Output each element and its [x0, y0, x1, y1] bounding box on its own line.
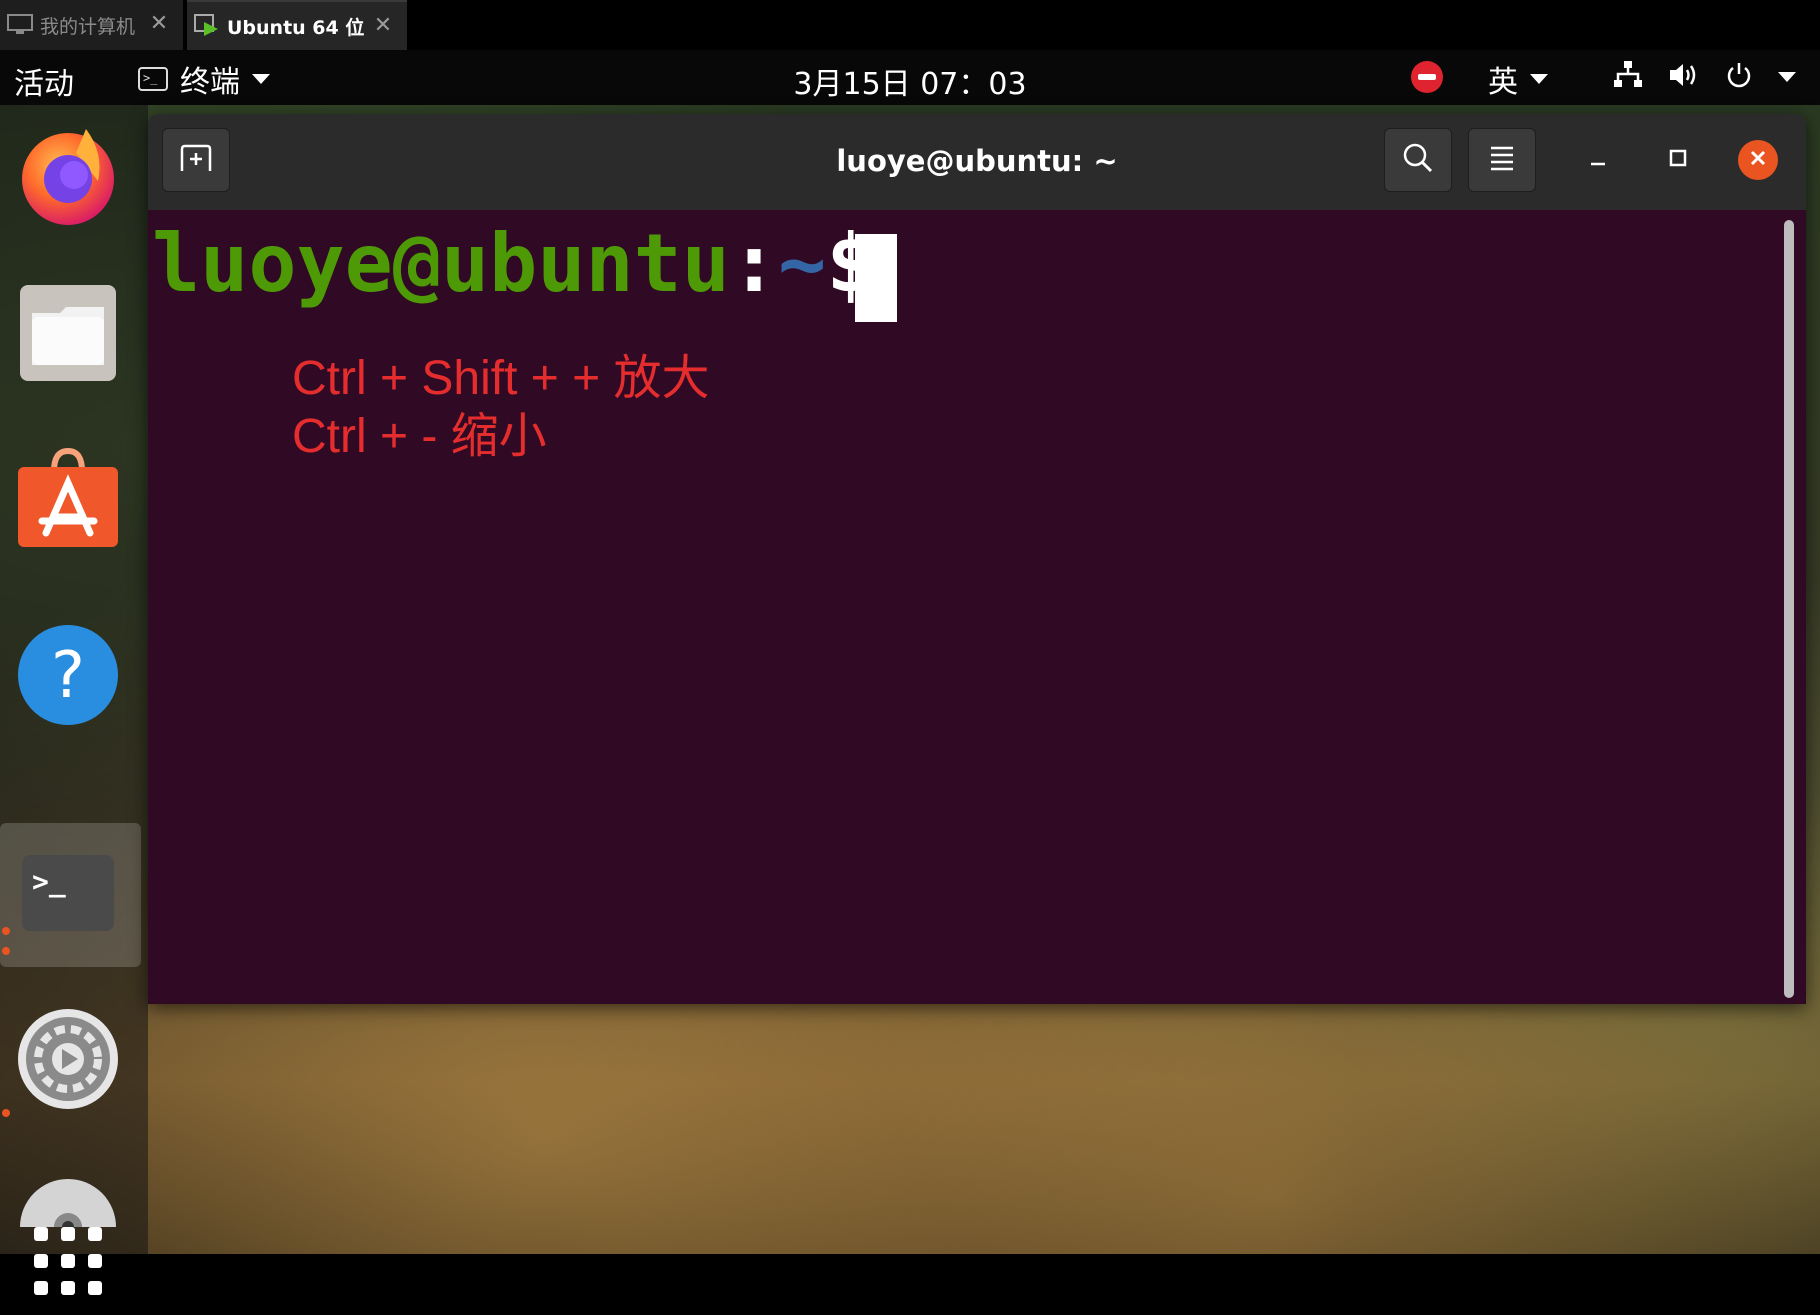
- dock-item-terminal[interactable]: >_: [16, 843, 120, 947]
- app-grid-icon: [28, 1221, 108, 1305]
- clock-button[interactable]: 3月15日 07：03: [793, 67, 1026, 102]
- files-icon: [16, 281, 120, 389]
- terminal-headerbar[interactable]: luoye@ubuntu: ~: [148, 114, 1806, 210]
- minimize-icon: [1588, 148, 1608, 172]
- zoom-in-hint: Ctrl + Shift + + 放大: [292, 352, 710, 405]
- show-applications-button[interactable]: [16, 1211, 120, 1315]
- terminal-content[interactable]: luoye@ubuntu:~$ Ctrl + Shift + + 放大 Ctrl…: [148, 210, 1806, 1004]
- input-method-label: 英: [1488, 65, 1518, 100]
- dock-item-files[interactable]: [16, 283, 120, 387]
- hamburger-menu-icon: [1487, 144, 1517, 176]
- system-status-menu[interactable]: [1612, 60, 1796, 94]
- svg-text:>_: >_: [32, 865, 66, 898]
- menu-button[interactable]: [1468, 128, 1536, 192]
- vm-tab-label: Ubuntu 64 位: [227, 16, 365, 39]
- do-not-disturb-icon[interactable]: [1411, 61, 1443, 93]
- svg-text:?: ?: [51, 639, 85, 713]
- vm-tab-label: 我的计算机: [40, 15, 136, 38]
- app-menu-label: 终端: [180, 65, 240, 100]
- running-indicator: [2, 1109, 10, 1117]
- close-icon[interactable]: ✕: [371, 14, 395, 38]
- dock-item-app-store[interactable]: [16, 445, 120, 549]
- close-icon[interactable]: ✕: [147, 12, 171, 36]
- dock-item-help[interactable]: ?: [16, 625, 120, 729]
- terminal-icon: >_: [138, 67, 168, 91]
- vm-tab-my-computer[interactable]: 我的计算机 ✕: [0, 0, 183, 50]
- window-title: luoye@ubuntu: ~: [836, 144, 1118, 178]
- close-button[interactable]: [1738, 140, 1778, 180]
- chevron-down-icon: [1530, 74, 1548, 84]
- firefox-icon: [16, 123, 120, 231]
- running-indicator: [2, 927, 10, 935]
- terminal-icon: >_: [16, 841, 120, 949]
- volume-icon: [1668, 60, 1700, 94]
- vm-tab-bar: 我的计算机 ✕ Ubuntu 64 位 ✕: [0, 0, 1820, 50]
- chevron-down-icon: [252, 74, 270, 84]
- running-indicator: [2, 947, 10, 955]
- zoom-hint-annotation: Ctrl + Shift + + 放大 Ctrl + - 缩小: [292, 350, 709, 466]
- help-icon: ?: [16, 623, 120, 731]
- maximize-button[interactable]: [1658, 140, 1698, 180]
- minimize-button[interactable]: [1578, 140, 1618, 180]
- prompt-path: ~: [778, 217, 827, 310]
- power-icon: [1724, 60, 1754, 94]
- dock: ? >_: [0, 105, 148, 1295]
- maximize-icon: [1668, 148, 1688, 172]
- terminal-window: luoye@ubuntu: ~ luoye@ubuntu:~$ Ctrl + S…: [148, 114, 1806, 1004]
- close-icon: [1748, 148, 1768, 172]
- settings-icon: [16, 1007, 120, 1115]
- text-cursor: [855, 234, 897, 322]
- vm-play-icon: [193, 13, 221, 39]
- new-tab-button[interactable]: [162, 128, 230, 192]
- network-icon: [1612, 60, 1644, 94]
- top-bar: 活动 >_ 终端 3月15日 07：03 英: [0, 50, 1820, 105]
- zoom-out-hint: Ctrl + - 缩小: [292, 410, 547, 463]
- shell-prompt: luoye@ubuntu:~$: [152, 204, 923, 324]
- dock-item-firefox[interactable]: [16, 125, 120, 229]
- monitor-icon: [6, 12, 34, 38]
- app-store-icon: [16, 443, 120, 551]
- chevron-down-icon: [1778, 72, 1796, 82]
- input-method-button[interactable]: 英: [1488, 57, 1548, 101]
- search-button[interactable]: [1384, 128, 1452, 192]
- activities-button[interactable]: 活动: [14, 59, 74, 103]
- scrollbar[interactable]: [1784, 220, 1794, 998]
- app-menu-button[interactable]: >_ 终端: [138, 57, 270, 101]
- new-tab-icon: [179, 143, 213, 177]
- prompt-colon: :: [729, 217, 779, 310]
- dock-item-settings[interactable]: [16, 1009, 120, 1113]
- prompt-user-host: luoye@ubuntu: [152, 217, 730, 310]
- search-icon: [1402, 142, 1434, 178]
- vm-tab-ubuntu[interactable]: Ubuntu 64 位 ✕: [187, 0, 407, 50]
